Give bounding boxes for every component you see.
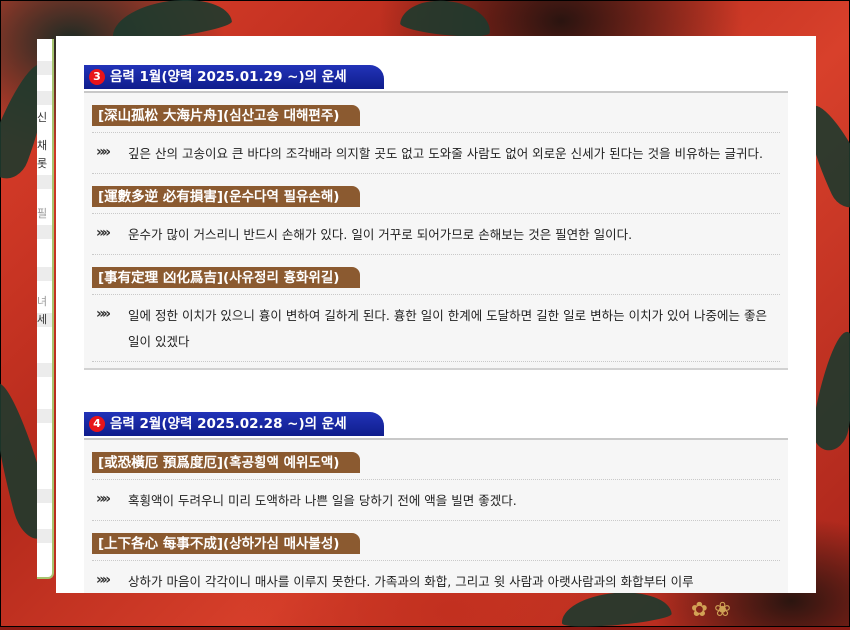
fortune-item-title: [事有定理 凶化爲吉](사유정리 흉화위길) [92, 267, 360, 288]
section-tab: 3 음력 1월(양력 2025.01.29 ~)의 운세 [84, 65, 384, 89]
fortune-item-title: [深山孤松 大海片舟](심산고송 대해편주) [92, 105, 360, 126]
fortune-item-header: [運數多逆 必有損害](운수다역 필유손해) [92, 174, 780, 214]
section-number-badge: 4 [89, 416, 105, 432]
fortune-item-header: [上下各心 每事不成](상하가심 매사불성) [92, 521, 780, 561]
sidebar-fragment: 롯 [37, 157, 48, 170]
fortune-item-row: »» 일에 정한 이치가 있으니 흉이 변하여 길하게 된다. 흉한 일이 한계… [92, 295, 780, 362]
fortune-item-text: 혹횡액이 두려우니 미리 도액하라 나쁜 일을 당하기 전에 액을 빌면 좋겠다… [128, 493, 517, 508]
fortune-item-text: 운수가 많이 거스리니 반드시 손해가 있다. 일이 거꾸로 되어가므로 손해보… [128, 227, 633, 242]
fortune-item-row: »» 상하가 마음이 각각이니 매사를 이루지 못한다. 가족과의 화합, 그리… [92, 561, 780, 593]
sidebar-fragment: 신 [37, 111, 48, 124]
double-chevron-right-icon: »» [96, 572, 111, 588]
monthly-fortune-section: 3 음력 1월(양력 2025.01.29 ~)의 운세 [深山孤松 大海片舟]… [84, 65, 788, 370]
section-body: [深山孤松 大海片舟](심산고송 대해편주) »» 깊은 산의 고송이요 큰 바… [84, 93, 788, 370]
section-title: 음력 1월(양력 2025.01.29 ~)의 운세 [110, 69, 347, 85]
fortune-item-header: [深山孤松 大海片舟](심산고송 대해편주) [92, 93, 780, 133]
sidebar-remnant: 신 채 롯 필 녀 세 [37, 39, 54, 579]
section-header: 4 음력 2월(양력 2025.02.28 ~)의 운세 [84, 412, 788, 440]
section-number-badge: 3 [89, 69, 105, 85]
fortune-item-text: 일에 정한 이치가 있으니 흉이 변하여 길하게 된다. 흉한 일이 한계에 도… [128, 308, 767, 349]
section-title: 음력 2월(양력 2025.02.28 ~)의 운세 [110, 416, 347, 432]
sidebar-fragment: 채 [37, 139, 48, 152]
sidebar-fragment: 세 [37, 313, 48, 326]
fortune-item-header: [事有定理 凶化爲吉](사유정리 흉화위길) [92, 255, 780, 295]
fortune-item-row: »» 깊은 산의 고송이요 큰 바다의 조각배라 의지할 곳도 없고 도와줄 사… [92, 133, 780, 174]
fortune-item-text: 상하가 마음이 각각이니 매사를 이루지 못한다. 가족과의 화합, 그리고 윗… [128, 574, 694, 589]
sidebar-fragment: 녀 [37, 295, 48, 308]
sidebar-fragment: 필 [37, 207, 48, 220]
double-chevron-right-icon: »» [96, 144, 111, 160]
double-chevron-right-icon: »» [96, 491, 111, 507]
fortune-item-title: [或恐橫厄 預爲度厄](혹공횡액 예위도액) [92, 452, 360, 473]
section-header: 3 음력 1월(양력 2025.01.29 ~)의 운세 [84, 65, 788, 93]
section-tab: 4 음력 2월(양력 2025.02.28 ~)의 운세 [84, 412, 384, 436]
section-body: [或恐橫厄 預爲度厄](혹공횡액 예위도액) »» 혹횡액이 두려우니 미리 도… [84, 440, 788, 593]
fortune-content-panel: 3 음력 1월(양력 2025.01.29 ~)의 운세 [深山孤松 大海片舟]… [56, 36, 816, 593]
fortune-item-row: »» 운수가 많이 거스리니 반드시 손해가 있다. 일이 거꾸로 되어가므로 … [92, 214, 780, 255]
fortune-item-header: [或恐橫厄 預爲度厄](혹공횡액 예위도액) [92, 440, 780, 480]
double-chevron-right-icon: »» [96, 225, 111, 241]
monthly-fortune-section: 4 음력 2월(양력 2025.02.28 ~)의 운세 [或恐橫厄 預爲度厄]… [84, 412, 788, 593]
double-chevron-right-icon: »» [96, 306, 111, 322]
fortune-item-row: »» 혹횡액이 두려우니 미리 도액하라 나쁜 일을 당하기 전에 액을 빌면 … [92, 480, 780, 521]
fortune-item-text: 깊은 산의 고송이요 큰 바다의 조각배라 의지할 곳도 없고 도와줄 사람도 … [128, 146, 764, 161]
fortune-item-title: [運數多逆 必有損害](운수다역 필유손해) [92, 186, 360, 207]
fortune-item-title: [上下各心 每事不成](상하가심 매사불성) [92, 533, 360, 554]
